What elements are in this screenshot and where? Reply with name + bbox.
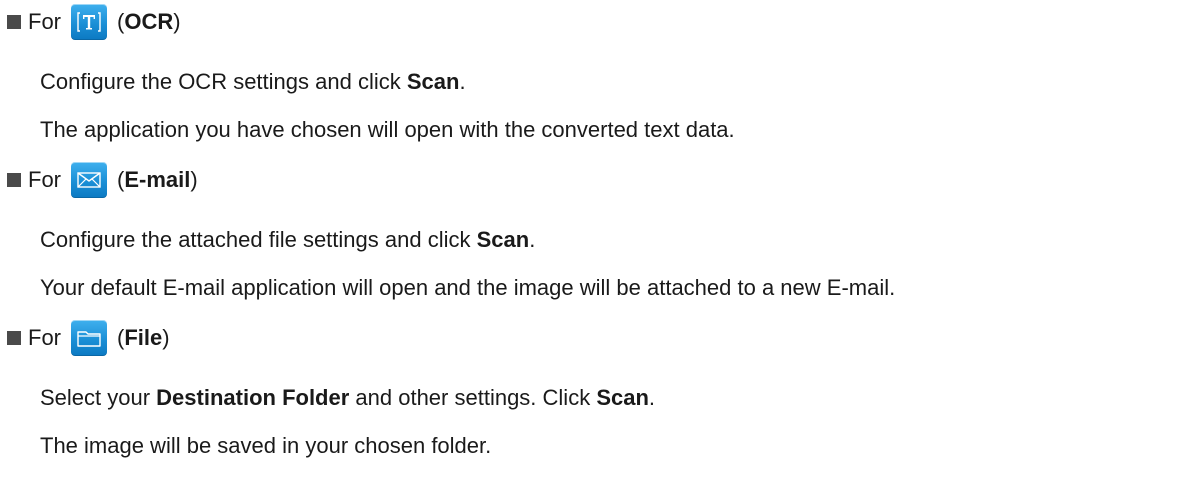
bullet-square: [7, 331, 21, 345]
period: .: [648, 385, 656, 410]
period: .: [459, 69, 466, 94]
scan-keyword: Scan: [406, 69, 460, 94]
section-name: File: [124, 325, 163, 350]
scan-keyword: Scan: [596, 385, 649, 410]
email-heading: For ( E-mail ): [7, 160, 198, 200]
section-name: OCR: [124, 9, 174, 34]
file-heading: For ( File ): [7, 318, 170, 358]
text-ocr-icon: [71, 4, 107, 40]
instruction-line: Configure the attached file settings and…: [40, 227, 535, 253]
instruction-text: Select your: [40, 385, 157, 410]
result-line: The image will be saved in your chosen f…: [40, 433, 492, 458]
period: .: [529, 227, 536, 252]
instruction-text-middle: and other settings. Click: [349, 385, 597, 410]
instruction-line: Select your Destination Folder and other…: [40, 385, 655, 411]
destination-folder-keyword: Destination Folder: [156, 385, 350, 410]
section-name: E-mail: [124, 167, 191, 192]
for-label: For: [28, 9, 61, 34]
open-paren: (: [117, 9, 125, 34]
instruction-text: Configure the OCR settings and click: [40, 69, 407, 94]
open-paren: (: [117, 325, 125, 350]
open-paren: (: [117, 167, 125, 192]
close-paren: ): [190, 167, 198, 192]
bullet-square: [7, 173, 21, 187]
result-line: The application you have chosen will ope…: [40, 117, 735, 142]
scan-keyword: Scan: [476, 227, 530, 252]
for-label: For: [28, 167, 61, 192]
instruction-text: Configure the attached file settings and…: [40, 227, 477, 252]
ocr-heading: For ( OCR ): [7, 2, 181, 42]
instruction-line: Configure the OCR settings and click Sca…: [40, 69, 466, 95]
close-paren: ): [173, 9, 181, 34]
bullet-square: [7, 15, 21, 29]
close-paren: ): [162, 325, 170, 350]
for-label: For: [28, 325, 61, 350]
folder-icon: [71, 320, 107, 356]
envelope-icon: [71, 162, 107, 198]
result-line: Your default E-mail application will ope…: [40, 275, 896, 300]
